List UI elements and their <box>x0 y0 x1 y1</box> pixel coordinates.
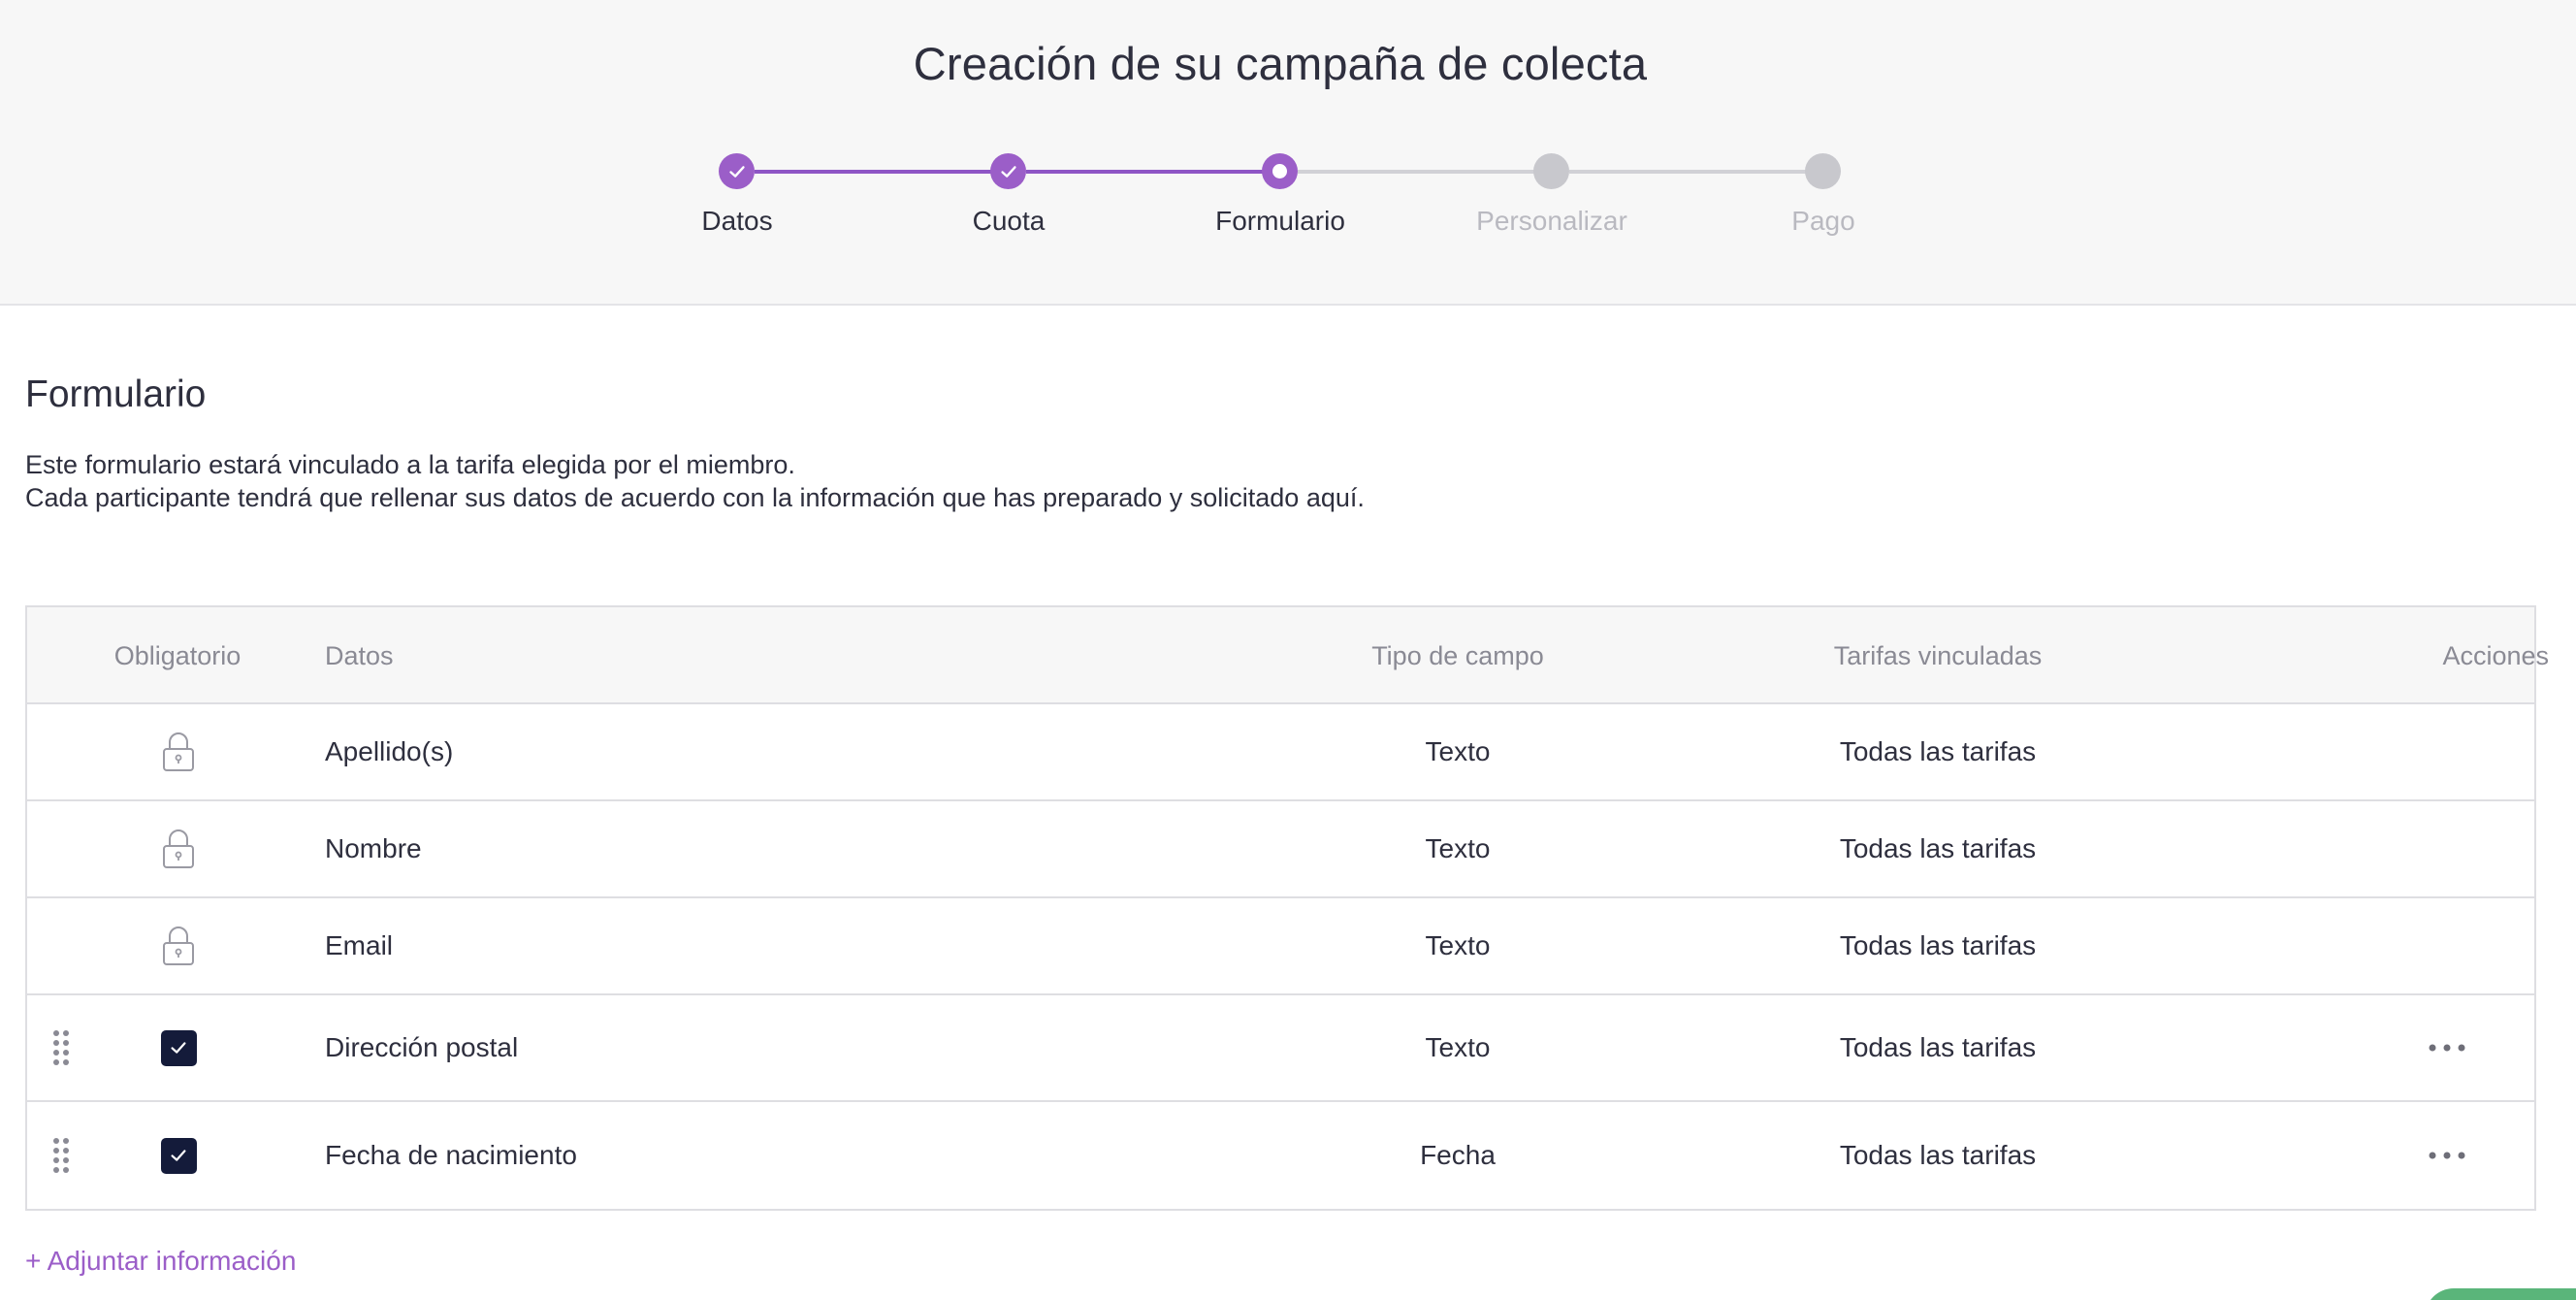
table-row: Email Texto Todas las tarifas <box>27 898 2534 995</box>
field-rates: Todas las tarifas <box>1839 1140 2037 1170</box>
table-row: Apellido(s) Texto Todas las tarifas <box>27 704 2534 801</box>
section-description: Este formulario estará vinculado a la ta… <box>25 448 1365 514</box>
required-checkbox-cell <box>129 1102 228 1209</box>
check-icon <box>171 1042 186 1054</box>
field-name: Email <box>325 930 394 960</box>
table-row: Fecha de nacimiento Fecha Todas las tari… <box>27 1102 2534 1209</box>
field-name: Apellido(s) <box>325 736 454 766</box>
step-pago-label: Pago <box>1791 206 1855 236</box>
more-actions-icon[interactable] <box>2374 1102 2520 1209</box>
add-field-link[interactable]: + Adjuntar información <box>25 1246 296 1277</box>
step-cuota-dot[interactable] <box>990 153 1026 189</box>
step-pago-dot <box>1805 153 1841 189</box>
intro-line: Cada participante tendrá que rellenar su… <box>25 483 1365 512</box>
table-row: Dirección postal Texto Todas las tarifas <box>27 995 2534 1102</box>
step-formulario-label: Formulario <box>1215 206 1345 236</box>
required-checkbox-cell <box>129 995 228 1100</box>
field-name: Fecha de nacimiento <box>325 1140 577 1170</box>
drag-handle-icon[interactable] <box>47 1102 76 1209</box>
field-type: Texto <box>1425 736 1491 766</box>
column-header-actions: Acciones <box>2442 640 2549 670</box>
campaign-header: Creación de su campaña de colecta Datos … <box>0 0 2576 306</box>
step-connector <box>1569 170 1823 174</box>
field-rates: Todas las tarifas <box>1839 736 2037 766</box>
field-rates: Todas las tarifas <box>1839 833 2037 863</box>
field-rates: Todas las tarifas <box>1839 930 2037 960</box>
field-rates: Todas las tarifas <box>1839 1032 2037 1062</box>
step-datos-dot[interactable] <box>719 153 755 189</box>
step-datos-label[interactable]: Datos <box>592 206 883 237</box>
check-icon <box>728 165 745 178</box>
step-connector <box>755 170 1009 174</box>
required-checkbox[interactable] <box>160 1137 197 1174</box>
section-title: Formulario <box>25 374 207 415</box>
check-icon <box>171 1150 186 1161</box>
field-type: Fecha <box>1420 1140 1496 1170</box>
field-type: Texto <box>1425 930 1491 960</box>
check-icon <box>1000 165 1016 178</box>
table-header: Obligatorio Datos Tipo de campo Tarifas … <box>27 607 2549 704</box>
field-name: Nombre <box>325 833 422 863</box>
column-header-rates: Tarifas vinculadas <box>1833 640 2043 670</box>
next-button[interactable] <box>2425 1288 2576 1300</box>
lock-icon <box>129 801 228 896</box>
step-cuota-label[interactable]: Cuota <box>863 206 1154 237</box>
required-checkbox[interactable] <box>160 1029 197 1066</box>
step-connector <box>1026 170 1280 174</box>
field-type: Texto <box>1425 833 1491 863</box>
lock-icon <box>129 898 228 993</box>
drag-handle-icon[interactable] <box>47 995 76 1100</box>
column-header-data: Datos <box>325 640 394 670</box>
more-actions-icon[interactable] <box>2374 995 2520 1100</box>
table-row: Nombre Texto Todas las tarifas <box>27 801 2534 898</box>
field-name: Dirección postal <box>325 1032 519 1062</box>
stepper: Datos Cuota Formulario Personalizar Pago <box>0 0 2576 306</box>
form-fields-table: Obligatorio Datos Tipo de campo Tarifas … <box>25 605 2549 1211</box>
step-formulario-dot <box>1262 153 1298 189</box>
intro-line: Este formulario estará vinculado a la ta… <box>25 450 795 479</box>
step-personalizar-label: Personalizar <box>1476 206 1627 236</box>
step-connector <box>1298 170 1552 174</box>
column-header-required: Obligatorio <box>113 640 242 670</box>
column-header-type: Tipo de campo <box>1371 640 1544 670</box>
field-type: Texto <box>1425 1032 1491 1062</box>
lock-icon <box>129 704 228 799</box>
step-personalizar-dot <box>1533 153 1569 189</box>
